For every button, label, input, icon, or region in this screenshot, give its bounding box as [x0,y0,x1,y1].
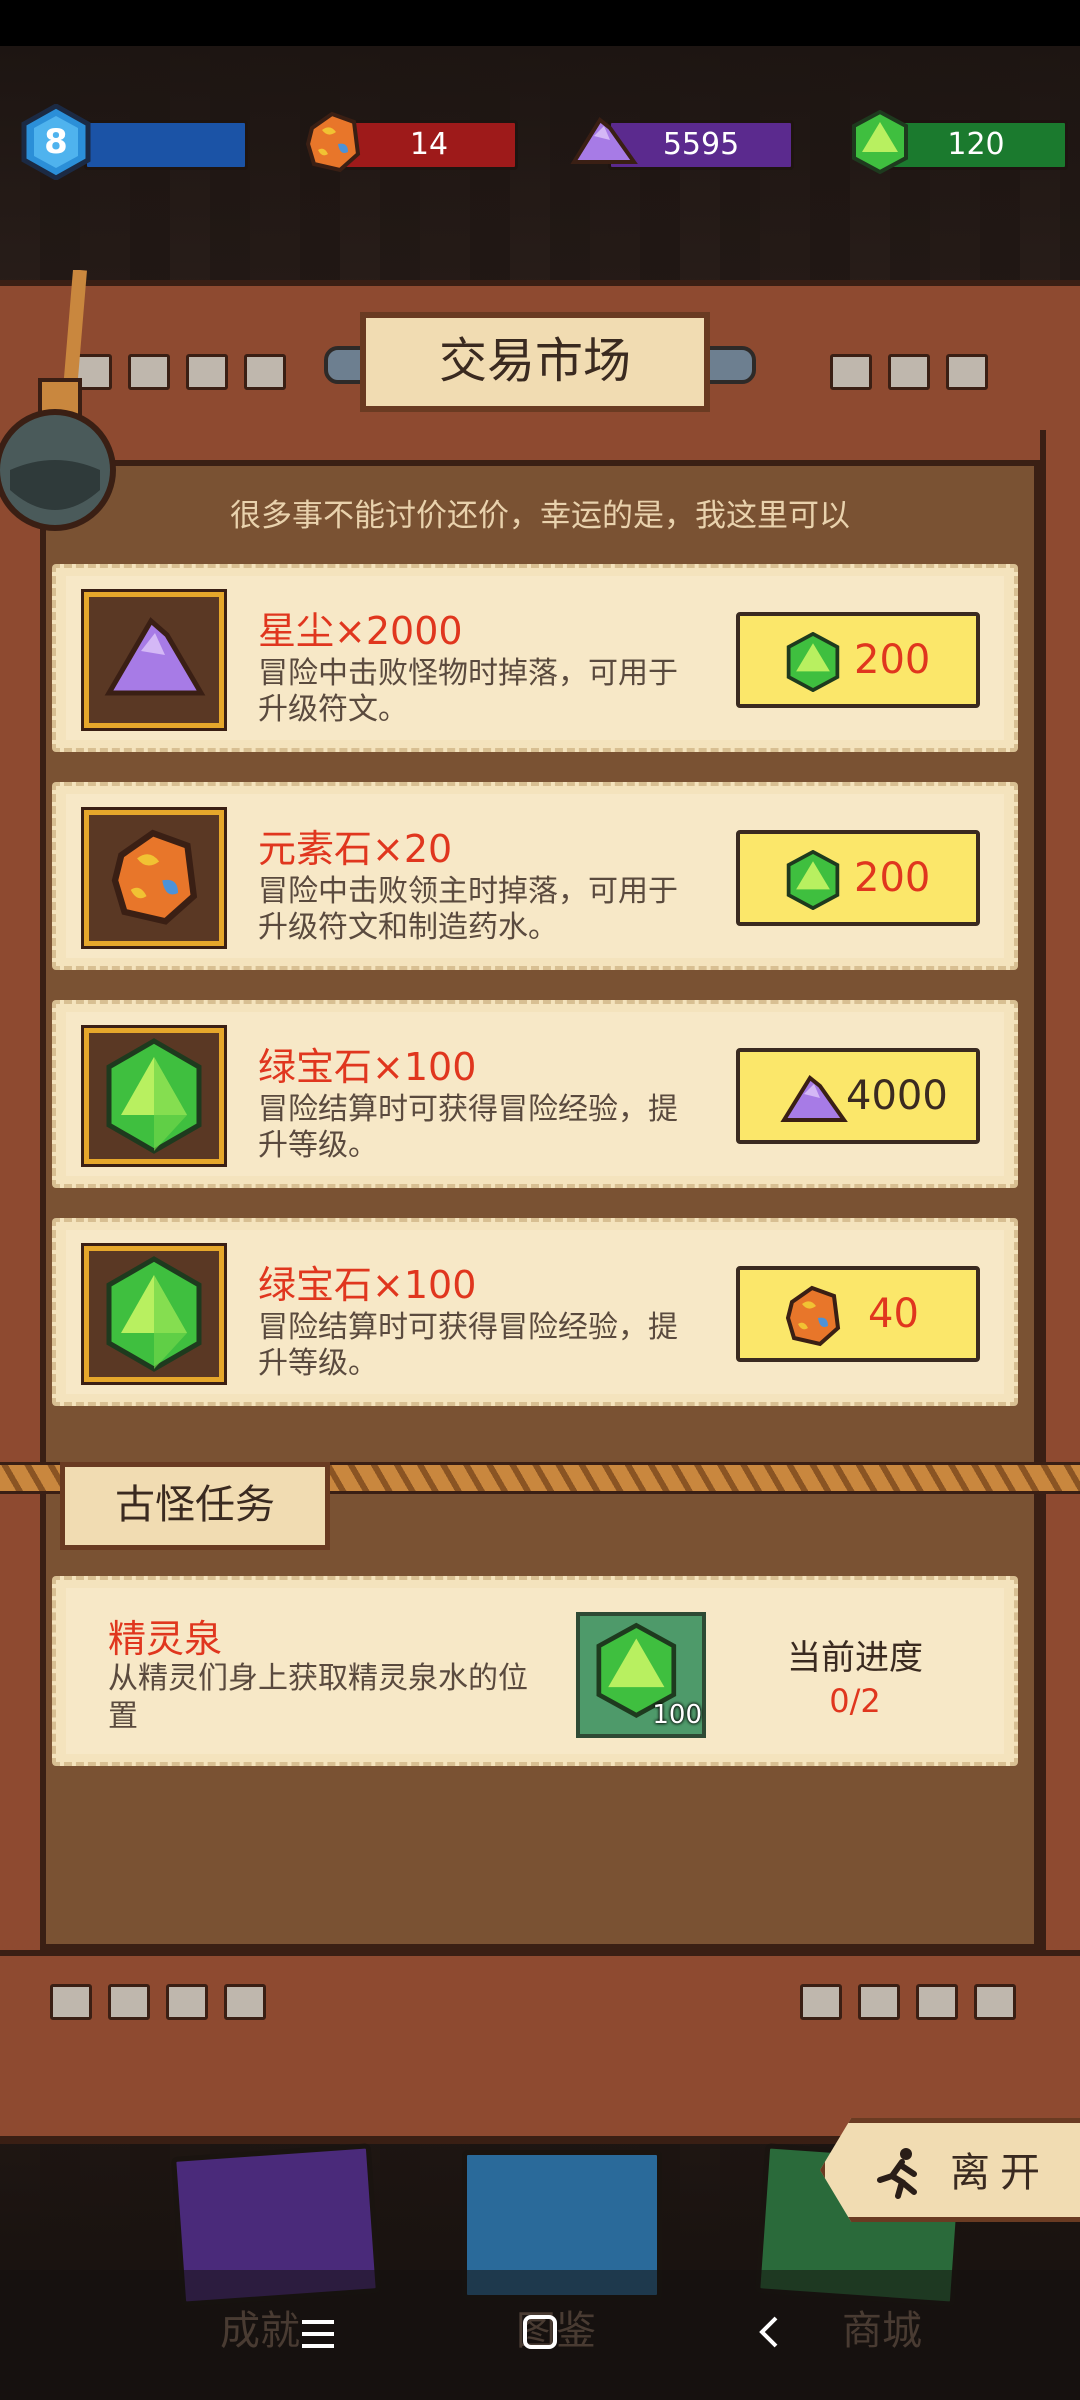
frame-slot [108,1984,150,2020]
item-icon-frame [84,1246,224,1382]
quest-name: 精灵泉 [108,1617,223,1661]
level-number: 8 [44,122,68,162]
stardust-icon [104,617,206,696]
frame-slot [916,1984,958,2020]
item-icon-frame [84,810,224,946]
frame-slot [800,1984,842,2020]
dock-achievements[interactable]: 成就 [220,2298,300,2356]
quest-description: 从精灵们身上获取精灵泉水的位 置 [108,1661,528,1734]
price-value: 40 [868,1291,919,1337]
quests-header: 古怪任务 [60,1462,330,1550]
stardust-icon [780,1075,848,1122]
item-description: 冒险结算时可获得冒险经验，提 升等级。 [258,1092,678,1163]
frame-slot [224,1984,266,2020]
frame-slot [830,354,872,390]
back-icon[interactable] [752,2314,788,2350]
item-icon-frame [84,1028,224,1164]
element-stone-counter: 14 [340,120,518,170]
reward-count: 100 [652,1700,702,1730]
element-stone-icon [305,111,361,173]
stardust-count: 5595 [662,127,740,162]
frame-slot [166,1984,208,2020]
running-person-icon [877,2148,917,2199]
price-value: 4000 [846,1073,948,1119]
progress-value: 0/2 [829,1682,881,1720]
dock-shop[interactable]: 商城 [842,2298,922,2356]
buy-button[interactable]: 4000 [736,1048,980,1144]
progress-label: 当前进度 [787,1638,923,1678]
market-title: 交易市场 [360,312,710,412]
item-name: 绿宝石×100 [258,1045,477,1089]
board-frame-right [1040,430,1080,1960]
frame-slot [50,1984,92,2020]
item-icon-frame [84,592,224,728]
element-stone-icon [785,1285,841,1347]
emerald-icon [106,1256,202,1372]
frame-slot [974,1984,1016,2020]
price-value: 200 [854,637,931,683]
price-value: 200 [854,855,931,901]
buy-button[interactable]: 200 [736,612,980,708]
board-frame-bottom [0,1950,1080,2144]
buy-button[interactable]: 200 [736,830,980,926]
frame-slot [946,354,988,390]
frame-slot [858,1984,900,2020]
level-bar [84,120,248,170]
frame-slot [244,354,286,390]
home-icon[interactable] [522,2314,558,2350]
item-name: 星尘×2000 [258,609,463,653]
menu-icon[interactable] [300,2316,336,2352]
frame-slot [888,354,930,390]
emerald-count: 120 [947,127,1005,162]
element-stone-icon [111,829,198,925]
status-bar [0,0,1080,46]
item-description: 冒险中击败怪物时掉落，可用于 升级符文。 [258,656,678,727]
item-description: 冒险结算时可获得冒险经验，提 升等级。 [258,1310,678,1381]
buy-button[interactable]: 40 [736,1266,980,1362]
emerald-icon [786,850,840,910]
emerald-icon [786,632,840,692]
emerald-counter: 120 [884,120,1068,170]
market-subtitle: 很多事不能讨价还价，幸运的是，我这里可以 [230,498,850,534]
frame-slot [128,354,170,390]
stardust-icon [570,117,638,164]
item-description: 冒险中击败领主时掉落，可用于 升级符文和制造药水。 [258,874,678,945]
emerald-icon [106,1038,202,1154]
item-name: 绿宝石×100 [258,1263,477,1307]
element-stone-count: 14 [409,127,449,162]
leave-label: 离开 [950,2150,1050,2196]
frame-slot [186,354,228,390]
item-name: 元素石×20 [258,827,453,871]
emerald-icon [852,110,908,174]
